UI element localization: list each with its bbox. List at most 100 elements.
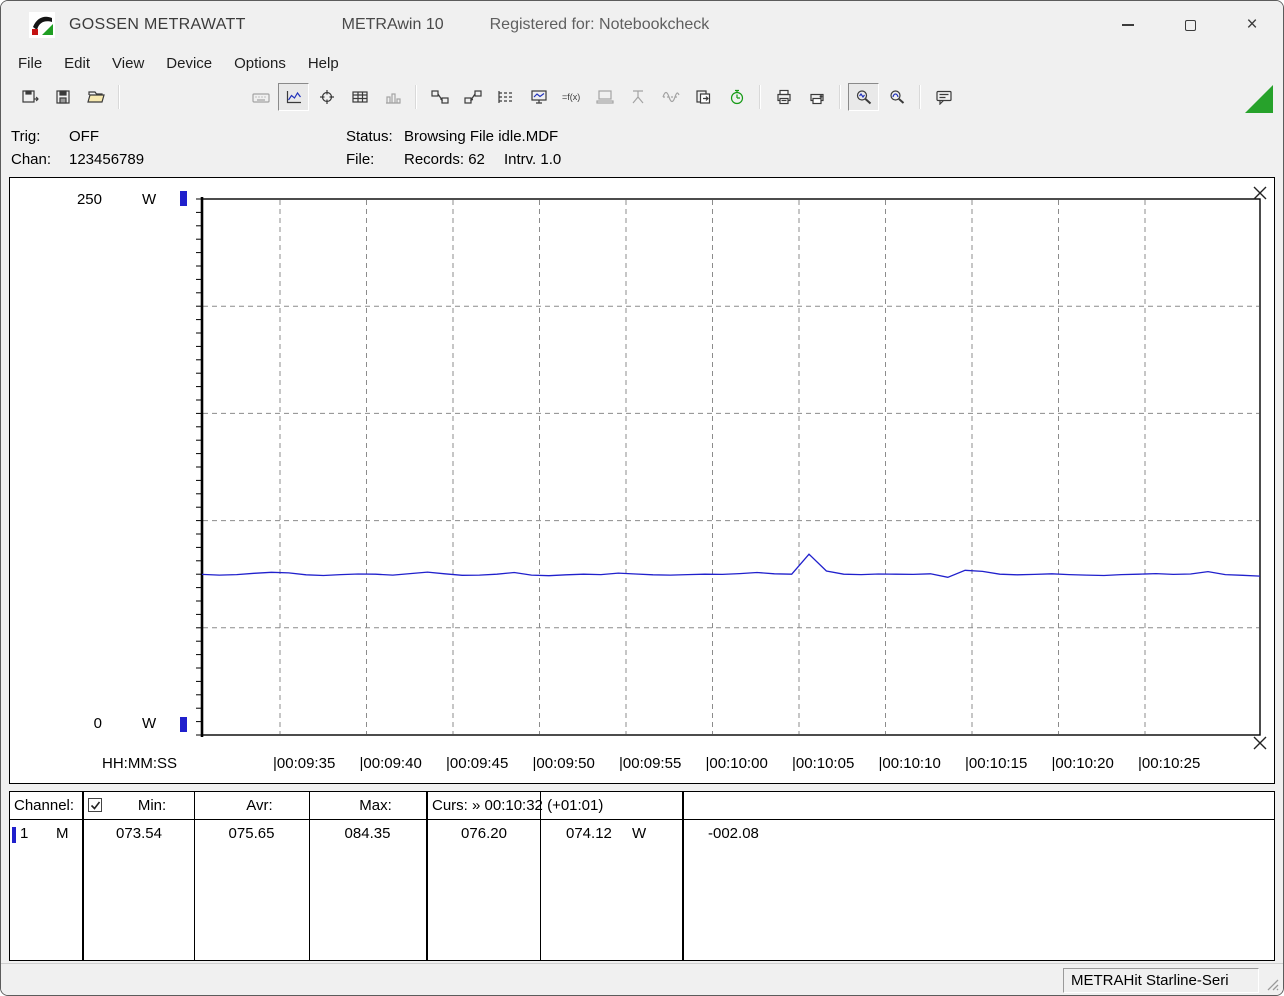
zoom-amplitude-button[interactable]	[848, 83, 879, 111]
channel-visibility-checkbox[interactable]	[88, 798, 102, 812]
table-divider	[682, 792, 684, 960]
col-header-cursor: Curs: » 00:10:32 (+01:01)	[432, 797, 604, 814]
table-view-button[interactable]	[344, 83, 375, 111]
table-divider	[426, 792, 428, 960]
app-logo-icon	[29, 12, 55, 38]
crosshair-view-button[interactable]	[311, 83, 342, 111]
zoom-time-button[interactable]	[881, 83, 912, 111]
close-icon: ×	[1246, 14, 1258, 35]
formula-button[interactable]: =f(x)	[556, 83, 587, 111]
signal-branch-button[interactable]	[622, 83, 653, 111]
chart-table-splitter[interactable]	[9, 784, 1275, 791]
file-save-icon	[55, 90, 70, 104]
col-header-avr: Avr:	[246, 797, 273, 814]
menu-device[interactable]: Device	[155, 52, 223, 75]
window-title: METRAwin 10	[341, 16, 444, 33]
line-chart-view-button[interactable]	[278, 83, 309, 111]
x-tick-label: |00:09:45	[446, 755, 509, 772]
device-send-icon	[430, 90, 449, 104]
registered-for-text: Registered for: Notebookcheck	[489, 16, 710, 33]
menu-edit[interactable]: Edit	[53, 52, 101, 75]
level-meter-button[interactable]	[490, 83, 521, 111]
cursor-handle-bottom-icon[interactable]	[1253, 736, 1267, 750]
keyboard-button[interactable]	[245, 83, 276, 111]
channel-marker-top	[180, 191, 187, 206]
level-meter-icon	[497, 91, 513, 103]
x-tick-label: |00:10:00	[705, 755, 768, 772]
menu-help[interactable]: Help	[297, 52, 350, 75]
cell-cursor-unit: W	[632, 825, 647, 842]
device-send-button[interactable]	[424, 83, 455, 111]
zoom-time-icon	[889, 90, 904, 104]
minimize-icon	[1122, 24, 1134, 26]
print-preview-button[interactable]	[768, 83, 799, 111]
export-data-icon	[695, 90, 710, 104]
close-button[interactable]: ×	[1221, 1, 1283, 49]
table-divider	[309, 792, 310, 960]
file-save-button[interactable]	[47, 83, 78, 111]
connected-device-field: METRAHit Starline-Seri	[1063, 968, 1259, 993]
table-divider	[82, 792, 84, 960]
zoom-amplitude-icon	[856, 90, 871, 105]
pc-offline-button[interactable]	[589, 83, 620, 111]
folder-open-icon	[86, 91, 105, 103]
menu-file[interactable]: File	[7, 52, 53, 75]
cell-channel-mode: M	[56, 825, 69, 842]
table-divider	[194, 792, 195, 960]
toolbar-separator	[839, 85, 841, 109]
export-data-button[interactable]	[688, 83, 719, 111]
toolbar-separator	[759, 85, 761, 109]
data-table-icon	[351, 91, 368, 103]
signal-branch-icon	[632, 90, 643, 104]
annotation-button[interactable]	[928, 83, 959, 111]
resize-grip[interactable]	[1265, 977, 1280, 992]
measurement-table: Channel: Min: Avr: Max: Curs: » 00:10:32…	[9, 791, 1275, 961]
device-receive-button[interactable]	[457, 83, 488, 111]
svg-text:=f(x): =f(x)	[562, 92, 580, 102]
toolbar: =f(x)	[1, 77, 1283, 117]
maximize-icon	[1184, 19, 1196, 31]
menu-options[interactable]: Options	[223, 52, 297, 75]
file-open-button[interactable]	[14, 83, 45, 111]
channel-status: Chan: 123456789	[11, 151, 145, 168]
col-header-channel: Channel:	[14, 797, 75, 814]
y-axis-unit-bottom: W	[142, 715, 157, 732]
col-header-max: Max:	[359, 797, 392, 814]
folder-open-button[interactable]	[80, 83, 111, 111]
monitor-live-button[interactable]	[523, 83, 554, 111]
x-tick-label: |00:10:05	[792, 755, 855, 772]
pc-offline-icon	[595, 90, 614, 104]
trigger-status: Trig: OFF	[11, 128, 99, 145]
app-window: GOSSEN METRAWATT METRAwin 10 Registered …	[0, 0, 1284, 996]
waveform-icon	[661, 91, 680, 103]
cursor-handle-top-icon[interactable]	[1253, 186, 1267, 200]
chart-panel[interactable]: 250 W 0 W HH:MM:SS |00:09:35 |00:09:40 |00…	[9, 177, 1275, 784]
print-button[interactable]	[801, 83, 832, 111]
y-axis-max-label: 250	[76, 191, 102, 208]
bar-chart-view-button[interactable]	[377, 83, 408, 111]
maximize-button[interactable]	[1159, 1, 1221, 49]
waveform-button[interactable]	[655, 83, 686, 111]
cell-min: 073.54	[116, 825, 162, 842]
timer-icon	[730, 89, 743, 105]
device-receive-icon	[463, 90, 482, 104]
x-tick-label: |00:09:50	[532, 755, 595, 772]
toolbar-separator	[919, 85, 921, 109]
statusbar: METRAHit Starline-Seri	[1, 963, 1283, 995]
corner-triangle-icon	[1245, 85, 1273, 113]
menu-view[interactable]: View	[101, 52, 155, 75]
y-axis-min-label: 0	[93, 715, 102, 732]
plot-area[interactable]	[192, 197, 1267, 742]
table-header-underline	[10, 819, 1274, 820]
channel-color-bar	[12, 827, 16, 843]
app-name: GOSSEN METRAWATT	[69, 16, 246, 33]
bar-chart-icon	[385, 93, 401, 104]
print-icon	[809, 93, 824, 105]
toolbar-separator	[118, 85, 120, 109]
x-tick-label: |00:09:55	[619, 755, 682, 772]
cell-max: 084.35	[344, 825, 391, 842]
cell-cursor-a: 076.20	[461, 825, 507, 842]
minimize-button[interactable]	[1097, 1, 1159, 49]
x-tick-label: |00:09:35	[273, 755, 336, 772]
timer-button[interactable]	[721, 83, 752, 111]
